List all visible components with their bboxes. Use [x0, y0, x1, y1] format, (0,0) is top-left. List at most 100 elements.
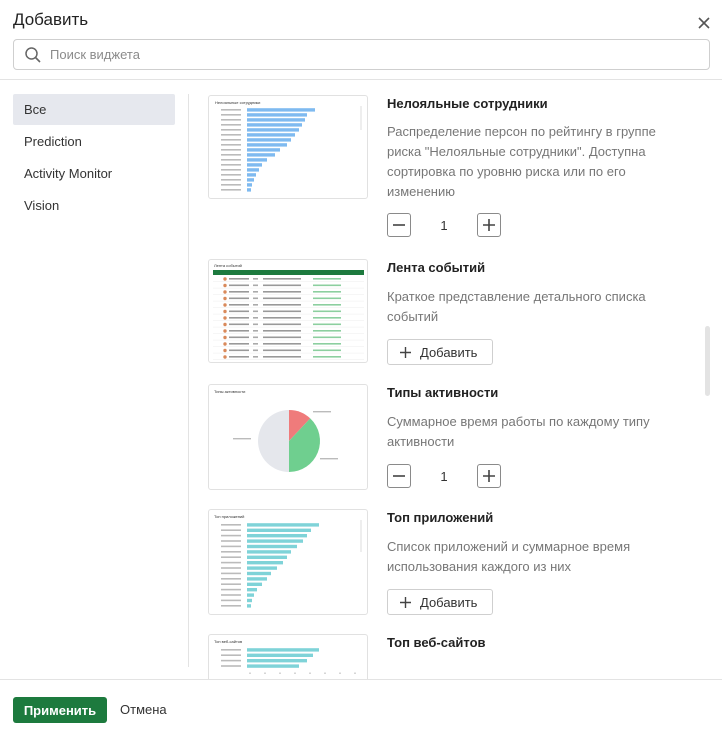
- thumbnail-cell: [253, 304, 258, 306]
- thumbnail-bar: [247, 528, 311, 532]
- thumbnail-bar: [247, 118, 305, 122]
- thumbnail-bar-chart: Нелояльные сотрудники: [215, 100, 362, 192]
- thumbnail-bar-label: [221, 164, 241, 166]
- thumbnail-bar: [247, 163, 262, 167]
- thumbnail-bar: [247, 133, 295, 137]
- thumbnail-cell: [263, 304, 301, 306]
- thumbnail-cell: [229, 310, 249, 313]
- widget-description-activity-types: Суммарное время работы по каждому типу а…: [387, 414, 650, 449]
- thumbnail-bar-label: [221, 124, 241, 126]
- thumbnail-bar-label: [221, 540, 241, 542]
- thumbnail-bar-label: [221, 159, 241, 161]
- thumbnail-cell: [313, 317, 341, 319]
- thumbnail-cell: [229, 356, 249, 358]
- thumbnail-bar: [247, 664, 299, 668]
- thumbnail-bar: [247, 534, 307, 538]
- thumbnail-slice-label: [233, 438, 251, 440]
- thumbnail-bar-label: [221, 588, 241, 591]
- thumbnail-cell: [263, 323, 301, 326]
- thumbnail-title: Топ веб-сайтов: [214, 639, 242, 644]
- widget-thumbnail-disloyal: Нелояльные сотрудники: [208, 95, 368, 199]
- cancel-button[interactable]: Отмена: [120, 697, 167, 723]
- thumbnail-cell: [253, 317, 258, 319]
- thumbnail-bar: [247, 588, 257, 592]
- thumbnail-bar-label: [221, 599, 241, 602]
- increment-button-disloyal[interactable]: [477, 213, 501, 237]
- thumbnail-cell: [229, 323, 249, 326]
- thumbnail-bar: [247, 577, 267, 581]
- thumbnail-bar: [247, 566, 277, 570]
- thumbnail-cell: [229, 291, 249, 293]
- decrement-button-disloyal[interactable]: [387, 213, 411, 237]
- thumbnail-bar-label: [221, 556, 241, 558]
- widget-description-top-apps: Список приложений и суммарное время испо…: [387, 539, 631, 574]
- thumbnail-cell: [253, 278, 258, 280]
- plus-icon: [483, 219, 495, 231]
- thumbnail-cell: [313, 291, 341, 293]
- dialog-title: Добавить: [13, 10, 89, 29]
- thumbnail-bar-label: [221, 109, 241, 111]
- sidebar-item-vision[interactable]: Vision: [13, 190, 175, 221]
- sidebar-item-prediction[interactable]: Prediction: [13, 126, 175, 157]
- thumbnail-cell: [313, 343, 341, 345]
- search-input[interactable]: [50, 40, 700, 69]
- thumbnail-cell: [229, 278, 249, 280]
- widget-title-top-sites: Топ веб-сайтов: [387, 635, 486, 650]
- add-button-events[interactable]: Добавить: [387, 339, 493, 365]
- thumbnail-bar: [247, 598, 252, 603]
- thumbnail-bar: [247, 539, 303, 543]
- thumbnail-bar: [247, 178, 254, 182]
- thumbnail-cell: [253, 291, 258, 293]
- thumbnail-pie-chart: Типы активности: [214, 389, 338, 472]
- thumbnail-bar-label: [221, 129, 241, 131]
- apply-button[interactable]: Применить: [13, 697, 107, 723]
- sidebar-item-activity-monitor[interactable]: Activity Monitor: [13, 158, 175, 189]
- thumbnail-tick: [339, 672, 341, 674]
- minus-icon: [393, 224, 405, 226]
- thumbnail-cell: [263, 343, 301, 345]
- thumbnail-cell: [263, 291, 301, 293]
- thumbnail-bar: [247, 523, 319, 527]
- thumbnail-cell: [263, 336, 301, 339]
- decrement-button-activity-types[interactable]: [387, 464, 411, 488]
- thumbnail-bar: [247, 550, 291, 554]
- thumbnail-tick: [294, 672, 296, 674]
- thumbnail-tick: [324, 672, 326, 674]
- sidebar-item-all[interactable]: Все: [13, 94, 175, 125]
- thumbnail-bar: [247, 138, 291, 142]
- thumbnail-slice-label: [320, 458, 338, 460]
- thumbnail-bar: [247, 158, 267, 162]
- scrollbar-thumb[interactable]: [705, 326, 710, 396]
- thumbnail-bar: [247, 113, 307, 117]
- add-button-top-apps[interactable]: Добавить: [387, 589, 493, 615]
- thumbnail-bar-label: [221, 665, 241, 667]
- thumbnail-bar: [247, 544, 297, 549]
- thumbnail-bar-label: [221, 134, 241, 136]
- search-box[interactable]: [13, 39, 710, 70]
- widget-title-activity-types: Типы активности: [387, 385, 499, 400]
- dialog-header: Добавить: [0, 0, 722, 80]
- close-button[interactable]: [694, 13, 714, 33]
- thumbnail-bar-label: [221, 529, 241, 531]
- thumbnail-bar-label: [221, 149, 241, 151]
- thumbnail-cell: [229, 336, 249, 339]
- thumbnail-tick: [354, 672, 356, 674]
- thumbnail-cell: [229, 284, 249, 287]
- thumbnail-bar-label: [221, 184, 241, 186]
- thumbnail-bar-label: [221, 605, 241, 607]
- close-icon: [698, 17, 710, 29]
- thumbnail-tick: [279, 672, 281, 674]
- increment-button-activity-types[interactable]: [477, 464, 501, 488]
- thumbnail-bar: [247, 128, 299, 132]
- widget-description-events: Краткое представление детального списка …: [387, 289, 646, 324]
- thumbnail-avatar: [223, 316, 227, 320]
- thumbnail-avatar: [223, 322, 227, 327]
- thumbnail-bar-label: [221, 659, 241, 662]
- thumbnail-bar-label: [221, 139, 241, 141]
- thumbnail-bar: [247, 188, 251, 192]
- quantity-value-activity-types: 1: [440, 469, 448, 484]
- thumbnail-avatar: [223, 348, 227, 353]
- thumbnail-cell: [253, 356, 258, 358]
- widget-thumbnail-top-sites: Топ веб-сайтов: [208, 634, 368, 679]
- dialog-footer: Применить Отмена: [0, 679, 722, 731]
